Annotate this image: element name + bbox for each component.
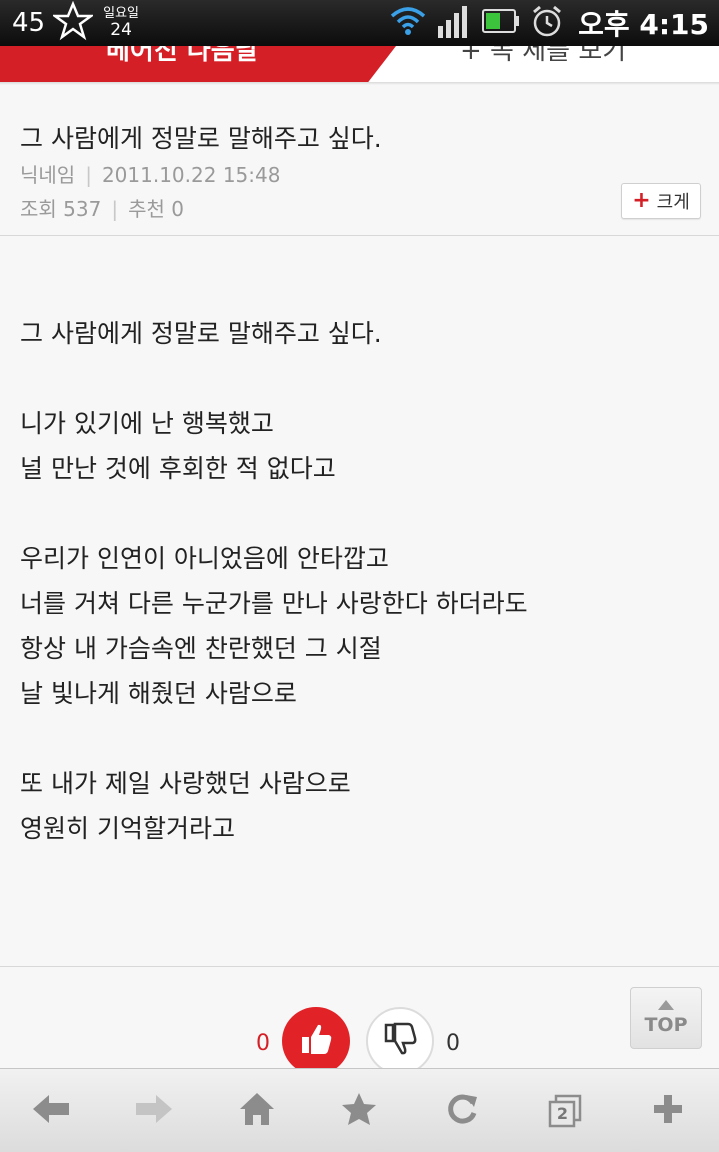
tab-count: 2	[556, 1103, 568, 1123]
content-line: 너를 거쳐 다른 누군가를 만나 사랑한다 하더라도	[20, 589, 528, 618]
signal-icon	[436, 4, 472, 42]
content-line: 우리가 인연이 아니었음에 안타깝고	[20, 544, 389, 573]
forward-button[interactable]	[124, 1081, 184, 1141]
home-button[interactable]	[227, 1081, 287, 1141]
tab-active-label[interactable]: 베어진 다음날	[106, 46, 259, 67]
refresh-button[interactable]	[432, 1081, 492, 1141]
recommend-count: 추천 0	[128, 197, 184, 221]
plus-icon: +	[632, 188, 651, 213]
dislike-count: 0	[446, 1031, 460, 1056]
article-title: 그 사람에게 정말로 말해주고 싶다.	[20, 124, 382, 153]
content-line: 니가 있기에 난 행복했고	[20, 409, 274, 438]
home-icon	[238, 1091, 276, 1131]
content-line: 항상 내 가슴속엔 찬란했던 그 시절	[20, 634, 382, 663]
meta-separator: |	[111, 197, 119, 221]
bookmark-star-icon	[340, 1091, 378, 1131]
bookmark-button[interactable]	[329, 1081, 389, 1141]
browser-toolbar: 2	[0, 1068, 719, 1152]
vote-area: 0 0 TOP	[0, 967, 719, 1075]
scroll-top-button[interactable]: TOP	[630, 987, 702, 1049]
thumbs-down-icon	[380, 1019, 420, 1063]
calendar-date: 24	[110, 20, 132, 40]
wifi-icon	[390, 6, 426, 40]
like-count: 0	[256, 1031, 270, 1056]
refresh-icon	[444, 1091, 480, 1131]
article-meta-author: 닉네임 | 2011.10.22 15:48	[20, 159, 280, 188]
article-meta-stats: 조회 537 | 추천 0	[20, 193, 184, 222]
tab-view-list-label[interactable]: + 목 제를 보기	[460, 46, 626, 67]
arrow-left-icon	[31, 1093, 71, 1129]
new-tab-button[interactable]	[638, 1081, 698, 1141]
font-enlarge-label: 크게	[656, 192, 690, 213]
dislike-button[interactable]	[366, 1007, 434, 1075]
alarm-clock-icon	[530, 4, 564, 42]
arrow-up-icon	[658, 1000, 674, 1010]
calendar-day-label: 일요일	[103, 6, 140, 21]
content-line: 그 사람에게 정말로 말해주고 싶다.	[20, 319, 382, 348]
arrow-right-icon	[134, 1093, 174, 1129]
like-button[interactable]	[282, 1007, 350, 1075]
star-icon	[51, 0, 95, 45]
back-button[interactable]	[21, 1081, 81, 1141]
board-tabs: 베어진 다음날 + 목 제를 보기	[0, 46, 719, 82]
font-enlarge-button[interactable]: + 크게	[621, 183, 701, 219]
battery-level-text: 45	[12, 8, 46, 38]
content-line: 널 만난 것에 후회한 적 없다고	[20, 454, 336, 483]
scroll-top-label: TOP	[644, 1014, 688, 1036]
clock-time: 오후 4:15	[578, 8, 709, 41]
calendar-icon: 일요일 24	[99, 3, 143, 43]
battery-icon	[482, 8, 520, 38]
plus-icon	[652, 1093, 684, 1129]
post-datetime: 2011.10.22 15:48	[101, 163, 281, 187]
article-body: 그 사람에게 정말로 말해주고 싶다. 니가 있기에 난 행복했고널 만난 것에 …	[0, 237, 719, 966]
article-header: 그 사람에게 정말로 말해주고 싶다. 닉네임 | 2011.10.22 15:48…	[0, 85, 719, 236]
article-content: 그 사람에게 정말로 말해주고 싶다. 니가 있기에 난 행복했고널 만난 것에 …	[20, 311, 700, 851]
tabs-icon: 2	[548, 1094, 582, 1128]
meta-separator: |	[85, 163, 92, 187]
view-count: 조회 537	[20, 197, 102, 221]
author-nickname[interactable]: 닉네임	[20, 163, 75, 187]
tabs-button[interactable]: 2	[535, 1081, 595, 1141]
content-line: 날 빛나게 해줬던 사람으로	[20, 679, 297, 708]
status-bar: 45 일요일 24 오후 4:15	[0, 0, 719, 46]
thumbs-up-icon	[296, 1019, 336, 1063]
content-line: 또 내가 제일 사랑했던 사람으로	[20, 769, 351, 798]
content-line: 영원히 기억할거라고	[20, 814, 235, 843]
